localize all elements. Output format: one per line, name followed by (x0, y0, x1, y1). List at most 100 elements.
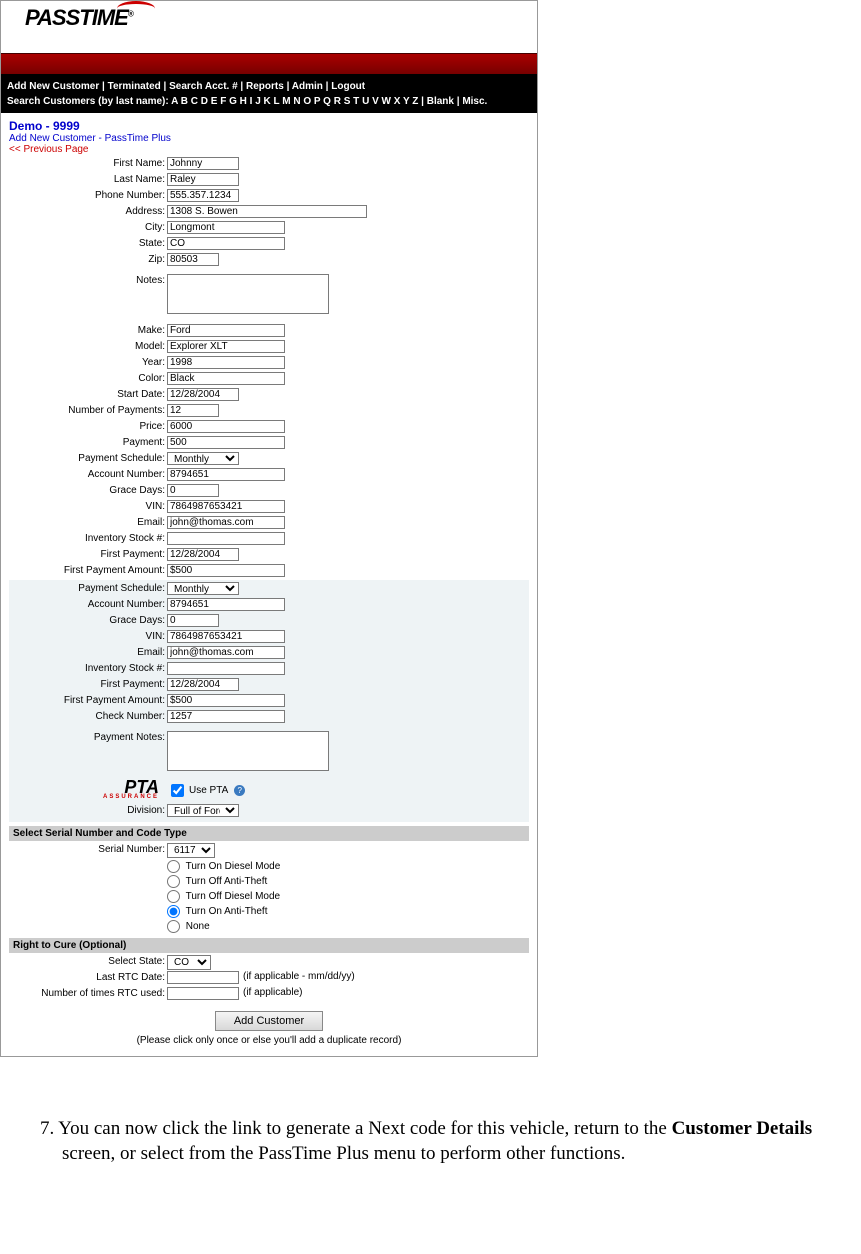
grace-label: Grace Days: (9, 484, 167, 496)
vin-input[interactable] (167, 500, 285, 513)
state-input[interactable] (167, 237, 285, 250)
use-pta-checkbox[interactable] (171, 784, 184, 797)
code-type-option[interactable]: Turn Off Diesel Mode (167, 889, 529, 904)
email2-input[interactable] (167, 646, 285, 659)
grace2-input[interactable] (167, 614, 219, 627)
division-select[interactable]: Full of Fords (167, 804, 239, 817)
dealer-name: Demo - 9999 (9, 119, 529, 133)
passtime-logo: PASSTIME® (25, 5, 537, 31)
rtc-section-header: Right to Cure (Optional) (9, 938, 529, 953)
num-payments-input[interactable] (167, 404, 219, 417)
email-input[interactable] (167, 516, 285, 529)
email2-label: Email: (9, 646, 167, 658)
price-input[interactable] (167, 420, 285, 433)
header: PASSTIME® (1, 1, 537, 53)
first-payment-input[interactable] (167, 548, 239, 561)
phone-label: Phone Number: (9, 189, 167, 201)
account-input[interactable] (167, 468, 285, 481)
schedule-select[interactable]: Monthly (167, 452, 239, 465)
phone-input[interactable] (167, 189, 239, 202)
code-type-option[interactable]: Turn On Diesel Mode (167, 859, 529, 874)
email-label: Email: (9, 516, 167, 528)
first-amount-input[interactable] (167, 564, 285, 577)
code-type-option[interactable]: Turn Off Anti-Theft (167, 874, 529, 889)
start-date-label: Start Date: (9, 388, 167, 400)
code-type-radio[interactable] (167, 920, 180, 933)
make-label: Make: (9, 324, 167, 336)
rtc-state-select[interactable]: CO (167, 955, 211, 970)
rtc-times-label: Number of times RTC used: (9, 987, 167, 999)
previous-page-link[interactable]: << Previous Page (9, 144, 529, 155)
rtc-date-label: Last RTC Date: (9, 971, 167, 983)
rtc-times-hint: (if applicable) (243, 987, 302, 998)
code-type-radio[interactable] (167, 875, 180, 888)
page-subtitle: Add New Customer - PassTime Plus (9, 133, 529, 144)
zip-input[interactable] (167, 253, 219, 266)
first-payment-label: First Payment: (9, 548, 167, 560)
address-label: Address: (9, 205, 167, 217)
red-bar (1, 53, 537, 75)
add-customer-button[interactable]: Add Customer (215, 1011, 323, 1031)
use-pta-label: Use PTA (189, 785, 228, 796)
rtc-times-input[interactable] (167, 987, 239, 1000)
notes-label: Notes: (9, 274, 167, 286)
first-amount2-input[interactable] (167, 694, 285, 707)
vin2-input[interactable] (167, 630, 285, 643)
code-type-radio[interactable] (167, 905, 180, 918)
payment-label: Payment: (9, 436, 167, 448)
start-date-input[interactable] (167, 388, 239, 401)
check-label: Check Number: (9, 710, 167, 722)
first-amount-label: First Payment Amount: (9, 564, 167, 576)
account-label: Account Number: (9, 468, 167, 480)
address-input[interactable] (167, 205, 367, 218)
schedule-label: Payment Schedule: (9, 452, 167, 464)
price-label: Price: (9, 420, 167, 432)
schedule2-label: Payment Schedule: (9, 582, 167, 594)
nav-line2[interactable]: Search Customers (by last name): A B C D… (7, 96, 487, 107)
stock-label: Inventory Stock #: (9, 532, 167, 544)
model-label: Model: (9, 340, 167, 352)
content-area: Demo - 9999 Add New Customer - PassTime … (1, 113, 537, 1056)
last-name-input[interactable] (167, 173, 239, 186)
stock-input[interactable] (167, 532, 285, 545)
payment-notes-label: Payment Notes: (9, 731, 167, 743)
last-name-label: Last Name: (9, 173, 167, 185)
make-input[interactable] (167, 324, 285, 337)
footer-note: (Please click only once or else you'll a… (9, 1035, 529, 1046)
payment-notes-input[interactable] (167, 731, 329, 771)
check-input[interactable] (167, 710, 285, 723)
first-name-label: First Name: (9, 157, 167, 169)
vin2-label: VIN: (9, 630, 167, 642)
account2-input[interactable] (167, 598, 285, 611)
customer-form: First Name: Last Name: Phone Number: Add… (9, 157, 529, 1046)
account2-label: Account Number: (9, 598, 167, 610)
code-type-radio[interactable] (167, 890, 180, 903)
first-payment2-input[interactable] (167, 678, 239, 691)
num-payments-label: Number of Payments: (9, 404, 167, 416)
year-label: Year: (9, 356, 167, 368)
state-label: State: (9, 237, 167, 249)
first-name-input[interactable] (167, 157, 239, 170)
city-input[interactable] (167, 221, 285, 234)
color-input[interactable] (167, 372, 285, 385)
pta-row: PTA ASSURANCE Use PTA ? (9, 780, 529, 800)
schedule2-select[interactable]: Monthly (167, 582, 239, 595)
rtc-state-label: Select State: (9, 955, 167, 967)
code-type-option[interactable]: Turn On Anti-Theft (167, 904, 529, 919)
stock2-input[interactable] (167, 662, 285, 675)
notes-input[interactable] (167, 274, 329, 314)
code-type-option[interactable]: None (167, 919, 529, 934)
grace-input[interactable] (167, 484, 219, 497)
color-label: Color: (9, 372, 167, 384)
payment-input[interactable] (167, 436, 285, 449)
year-input[interactable] (167, 356, 285, 369)
instruction-step-7: 7. You can now click the link to generat… (4, 1117, 853, 1166)
nav-line1[interactable]: Add New Customer | Terminated | Search A… (7, 81, 365, 92)
help-icon[interactable]: ? (234, 785, 245, 796)
serial-select[interactable]: 6117 (167, 843, 215, 858)
rtc-date-input[interactable] (167, 971, 239, 984)
code-type-radio[interactable] (167, 860, 180, 873)
nav-bar: Add New Customer | Terminated | Search A… (1, 75, 537, 113)
first-amount2-label: First Payment Amount: (9, 694, 167, 706)
model-input[interactable] (167, 340, 285, 353)
